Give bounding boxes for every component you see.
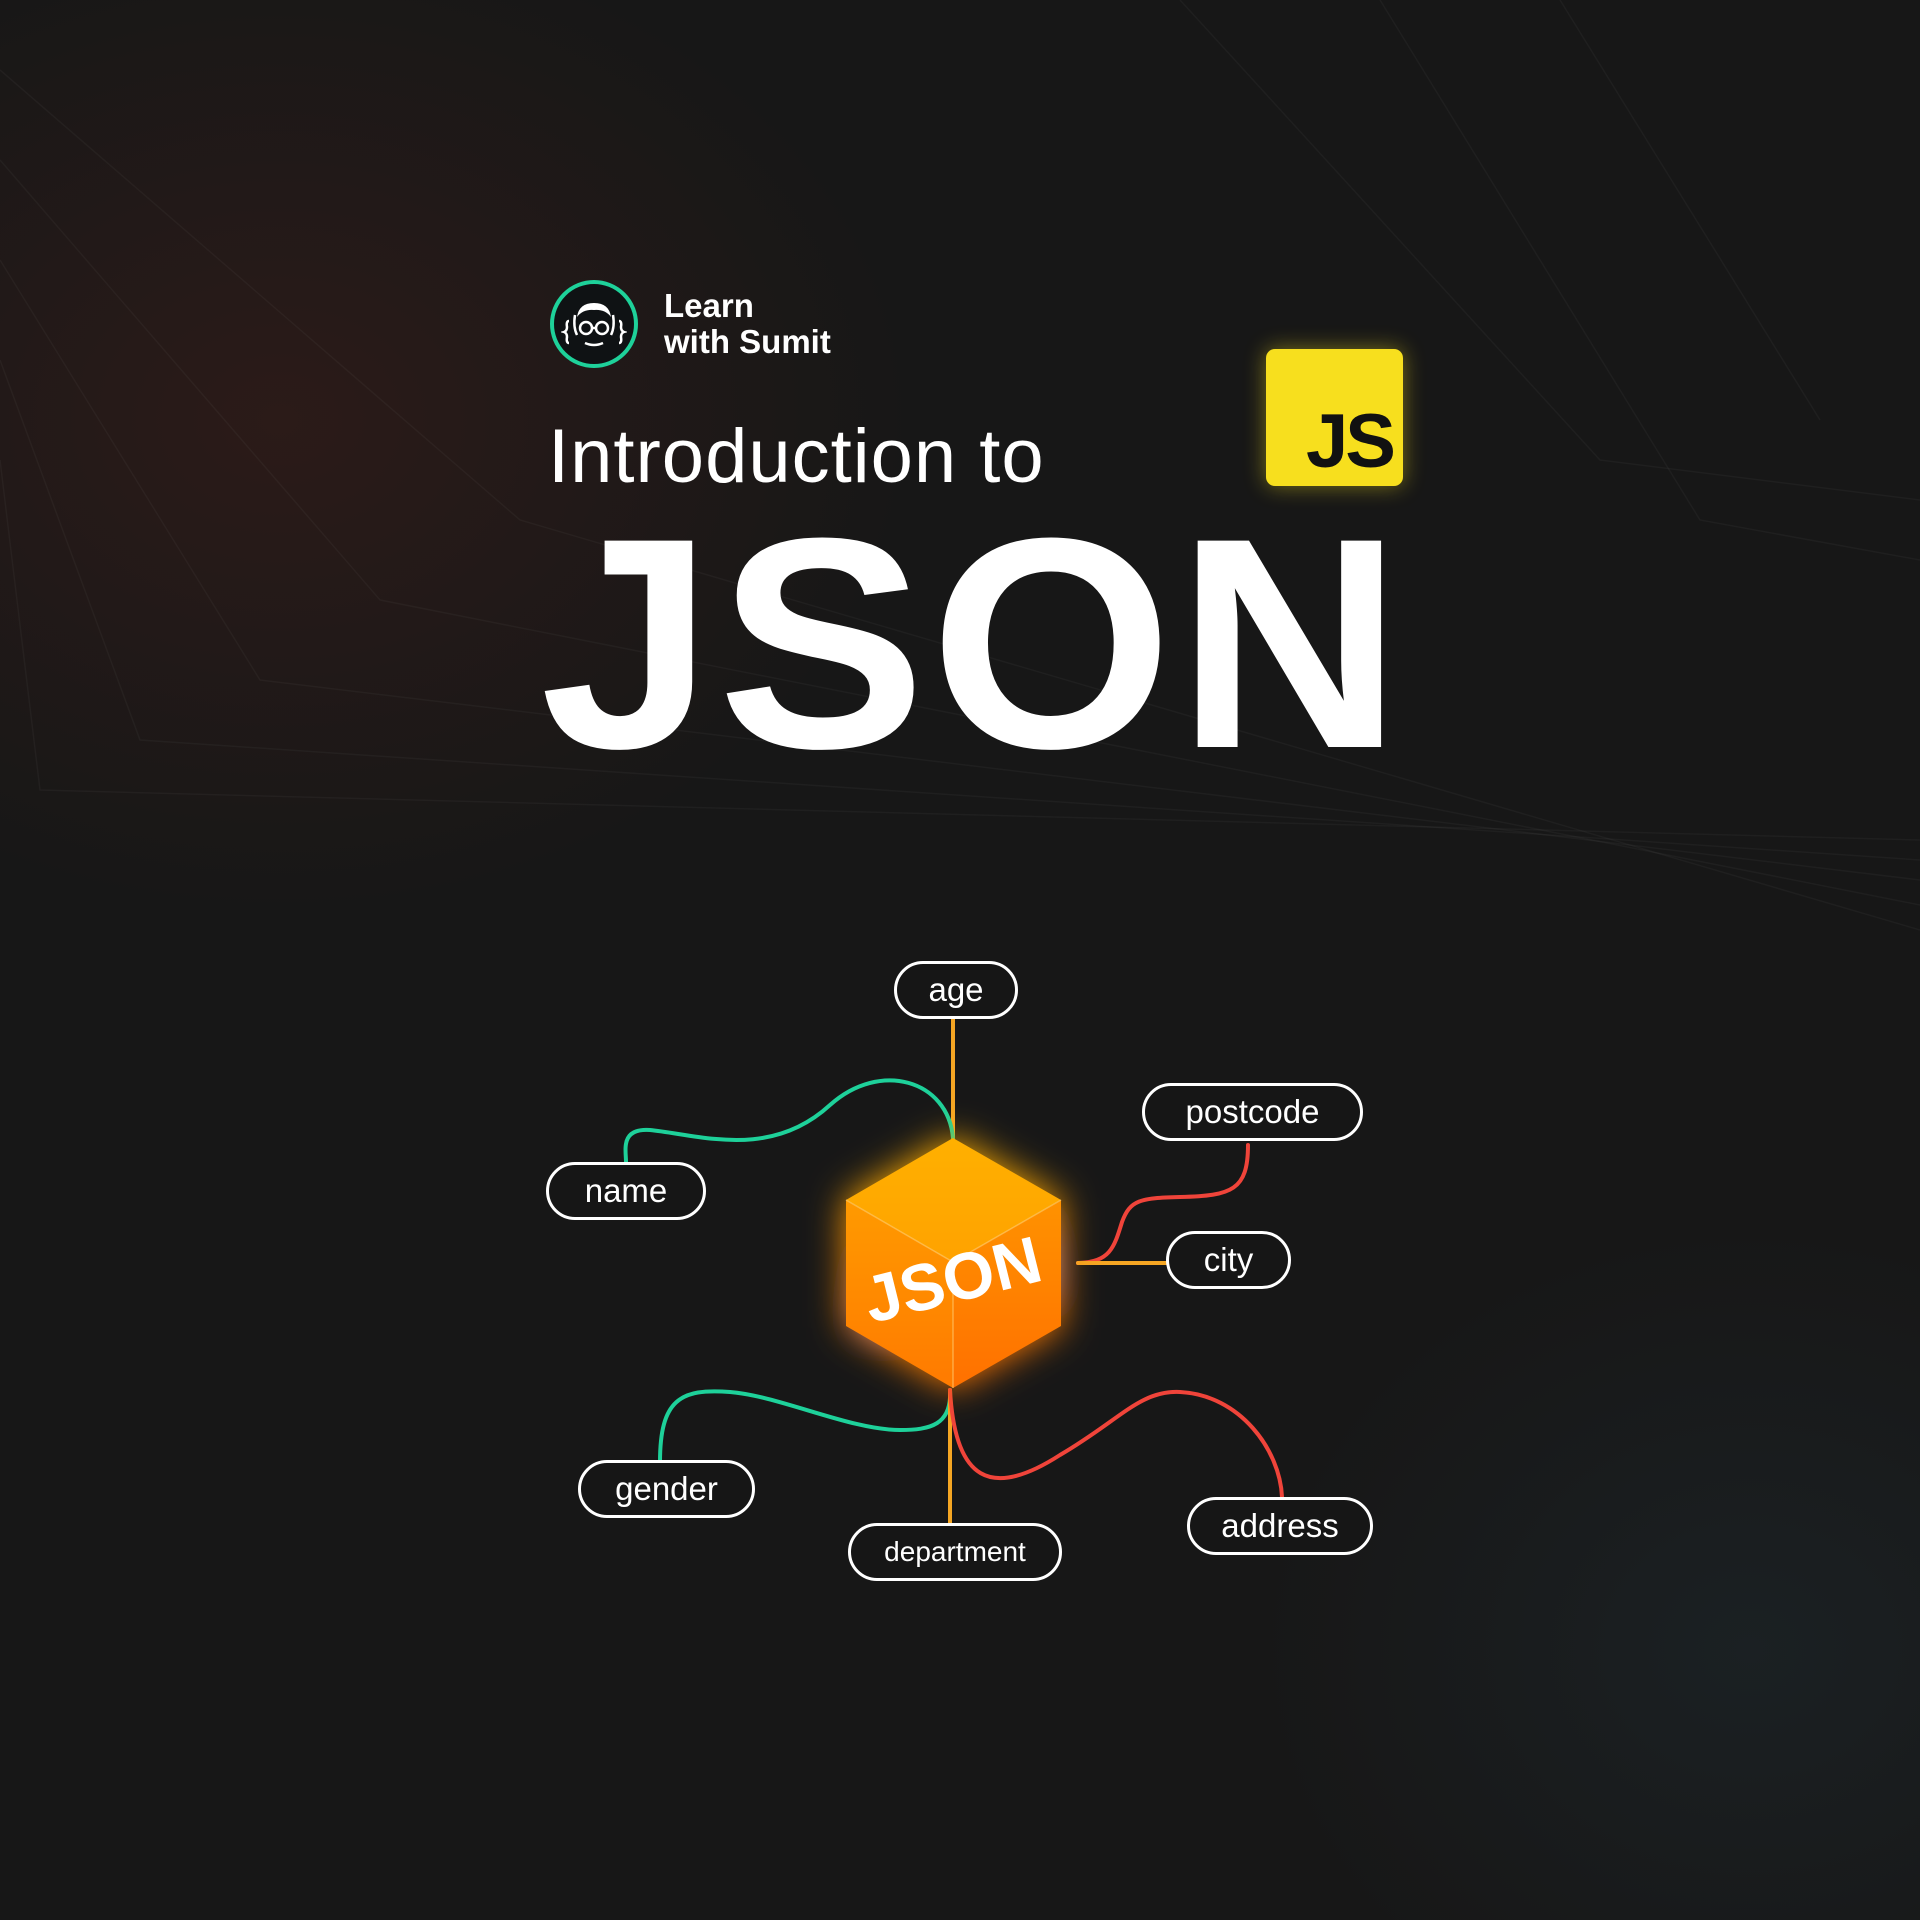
key-gender: gender: [578, 1460, 755, 1518]
cover-canvas: Learn with Sumit Introduction to JSON JS: [0, 0, 1920, 1920]
key-city-label: city: [1203, 1241, 1254, 1278]
key-department: department: [848, 1523, 1062, 1581]
link-name: [623, 1078, 955, 1164]
key-name-label: name: [584, 1172, 668, 1209]
key-postcode-label: postcode: [1185, 1093, 1320, 1130]
key-department-label: department: [884, 1536, 1026, 1567]
json-diagram: JSON: [623, 1016, 1284, 1527]
key-age: age: [894, 961, 1018, 1019]
key-name: name: [546, 1162, 706, 1220]
key-postcode: postcode: [1142, 1083, 1363, 1141]
key-gender-label: gender: [615, 1470, 718, 1507]
json-cube: JSON: [845, 1138, 1062, 1388]
key-address: address: [1187, 1497, 1373, 1555]
key-city: city: [1166, 1231, 1291, 1289]
link-gender: [658, 1388, 953, 1464]
link-address: [948, 1388, 1284, 1499]
key-age-label: age: [928, 971, 984, 1008]
key-address-label: address: [1221, 1507, 1339, 1544]
